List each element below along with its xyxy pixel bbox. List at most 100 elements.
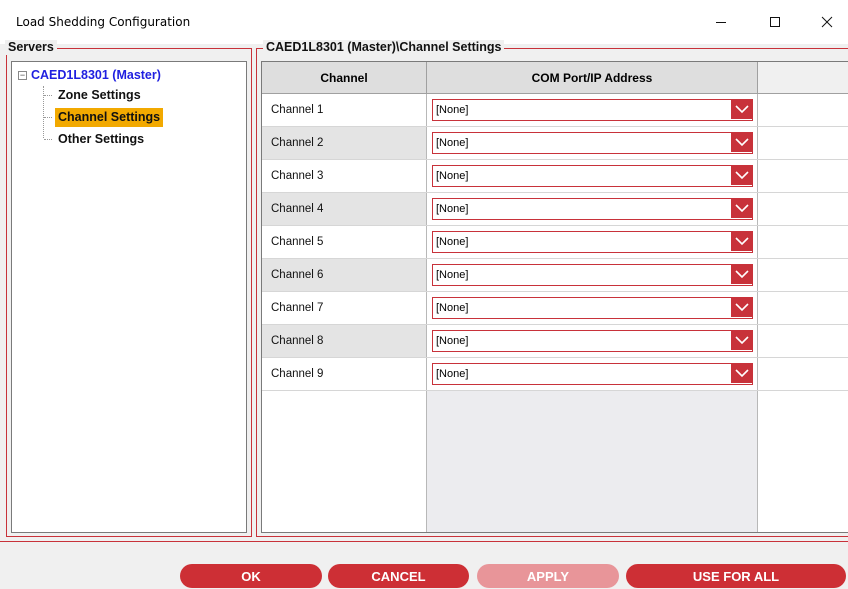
channel-cell: Channel 6 [262, 259, 427, 291]
apply-button[interactable]: APPLY [477, 564, 619, 588]
chevron-down-icon [734, 270, 749, 279]
servers-tree[interactable]: − CAED1L8301 (Master) Zone Settings Chan… [11, 61, 247, 533]
empty-cell [758, 292, 848, 324]
grid-empty-column [427, 391, 758, 532]
com-port-dropdown[interactable]: [None] [432, 330, 753, 352]
com-port-value: [None] [436, 170, 469, 182]
channel-cell: Channel 9 [262, 358, 427, 390]
title-bar: Load Shedding Configuration [0, 0, 848, 44]
tree-item-other-settings[interactable]: Other Settings [44, 129, 147, 149]
com-cell: [None] [427, 259, 758, 291]
maximize-icon [770, 17, 780, 27]
dropdown-arrow-button[interactable] [731, 199, 752, 218]
com-port-value: [None] [436, 302, 469, 314]
channel-grid: Channel COM Port/IP Address Channel 1 [N… [261, 61, 848, 533]
tree-connector [44, 138, 52, 140]
com-port-dropdown[interactable]: [None] [432, 198, 753, 220]
channel-settings-group: CAED1L8301 (Master)\Channel Settings Cha… [256, 40, 848, 537]
com-port-value: [None] [436, 203, 469, 215]
com-cell: [None] [427, 358, 758, 390]
com-cell: [None] [427, 160, 758, 192]
com-port-dropdown[interactable]: [None] [432, 297, 753, 319]
divider [0, 541, 848, 542]
com-port-value: [None] [436, 335, 469, 347]
tree-root-server[interactable]: − CAED1L8301 (Master) [18, 68, 161, 82]
cancel-button[interactable]: CANCEL [328, 564, 469, 588]
com-port-dropdown[interactable]: [None] [432, 231, 753, 253]
empty-cell [758, 358, 848, 390]
table-row: Channel 8 [None] [262, 325, 848, 358]
maximize-button[interactable] [752, 6, 798, 38]
window-title: Load Shedding Configuration [16, 15, 191, 29]
table-row: Channel 2 [None] [262, 127, 848, 160]
tree-item-label[interactable]: Zone Settings [55, 86, 144, 105]
com-port-dropdown[interactable]: [None] [432, 132, 753, 154]
chevron-down-icon [734, 303, 749, 312]
tree-collapse-icon[interactable]: − [18, 70, 27, 80]
table-row: Channel 1 [None] [262, 94, 848, 127]
minimize-icon [716, 22, 726, 23]
empty-cell [758, 226, 848, 258]
grid-header: Channel COM Port/IP Address [262, 62, 848, 94]
com-port-dropdown[interactable]: [None] [432, 264, 753, 286]
tree-item-label[interactable]: Other Settings [55, 130, 147, 149]
chevron-down-icon [734, 237, 749, 246]
grid-empty-column [262, 391, 427, 532]
com-port-dropdown[interactable]: [None] [432, 99, 753, 121]
empty-cell [758, 160, 848, 192]
channel-cell: Channel 5 [262, 226, 427, 258]
tree-item-label[interactable]: Channel Settings [55, 107, 164, 127]
channel-cell: Channel 7 [262, 292, 427, 324]
minimize-button[interactable] [698, 6, 744, 38]
dropdown-arrow-button[interactable] [731, 100, 752, 119]
channel-cell: Channel 4 [262, 193, 427, 225]
use-for-all-button[interactable]: USE FOR ALL [626, 564, 846, 588]
channel-cell: Channel 2 [262, 127, 427, 159]
close-icon [821, 16, 833, 28]
dropdown-arrow-button[interactable] [731, 133, 752, 152]
dropdown-arrow-button[interactable] [731, 298, 752, 317]
dropdown-arrow-button[interactable] [731, 364, 752, 383]
servers-group: Servers − CAED1L8301 (Master) Zone Setti… [5, 40, 252, 537]
com-cell: [None] [427, 325, 758, 357]
tree-connector [44, 116, 52, 118]
com-cell: [None] [427, 193, 758, 225]
table-row: Channel 4 [None] [262, 193, 848, 226]
com-port-value: [None] [436, 137, 469, 149]
empty-cell [758, 259, 848, 291]
grid-empty-area [262, 391, 848, 532]
com-cell: [None] [427, 292, 758, 324]
dropdown-arrow-button[interactable] [731, 265, 752, 284]
com-port-dropdown[interactable]: [None] [432, 363, 753, 385]
dropdown-arrow-button[interactable] [731, 331, 752, 350]
com-cell: [None] [427, 127, 758, 159]
chevron-down-icon [734, 369, 749, 378]
com-port-value: [None] [436, 368, 469, 380]
column-header-com-port[interactable]: COM Port/IP Address [427, 62, 758, 94]
tree-connector [44, 94, 52, 96]
tree-root-label[interactable]: CAED1L8301 (Master) [31, 68, 161, 82]
table-row: Channel 7 [None] [262, 292, 848, 325]
ok-button[interactable]: OK [180, 564, 322, 588]
com-port-dropdown[interactable]: [None] [432, 165, 753, 187]
table-row: Channel 6 [None] [262, 259, 848, 292]
chevron-down-icon [734, 138, 749, 147]
grid-empty-column [758, 391, 848, 532]
table-row: Channel 3 [None] [262, 160, 848, 193]
empty-cell [758, 127, 848, 159]
table-row: Channel 9 [None] [262, 358, 848, 391]
com-port-value: [None] [436, 269, 469, 281]
dropdown-arrow-button[interactable] [731, 166, 752, 185]
close-button[interactable] [806, 6, 848, 38]
channel-cell: Channel 3 [262, 160, 427, 192]
tree-item-channel-settings[interactable]: Channel Settings [44, 107, 164, 127]
chevron-down-icon [734, 204, 749, 213]
column-header-channel[interactable]: Channel [262, 62, 427, 94]
empty-cell [758, 193, 848, 225]
column-header-empty [758, 62, 848, 94]
table-row: Channel 5 [None] [262, 226, 848, 259]
tree-item-zone-settings[interactable]: Zone Settings [44, 85, 144, 105]
window-body: Servers − CAED1L8301 (Master) Zone Setti… [0, 40, 848, 589]
chevron-down-icon [734, 336, 749, 345]
dropdown-arrow-button[interactable] [731, 232, 752, 251]
